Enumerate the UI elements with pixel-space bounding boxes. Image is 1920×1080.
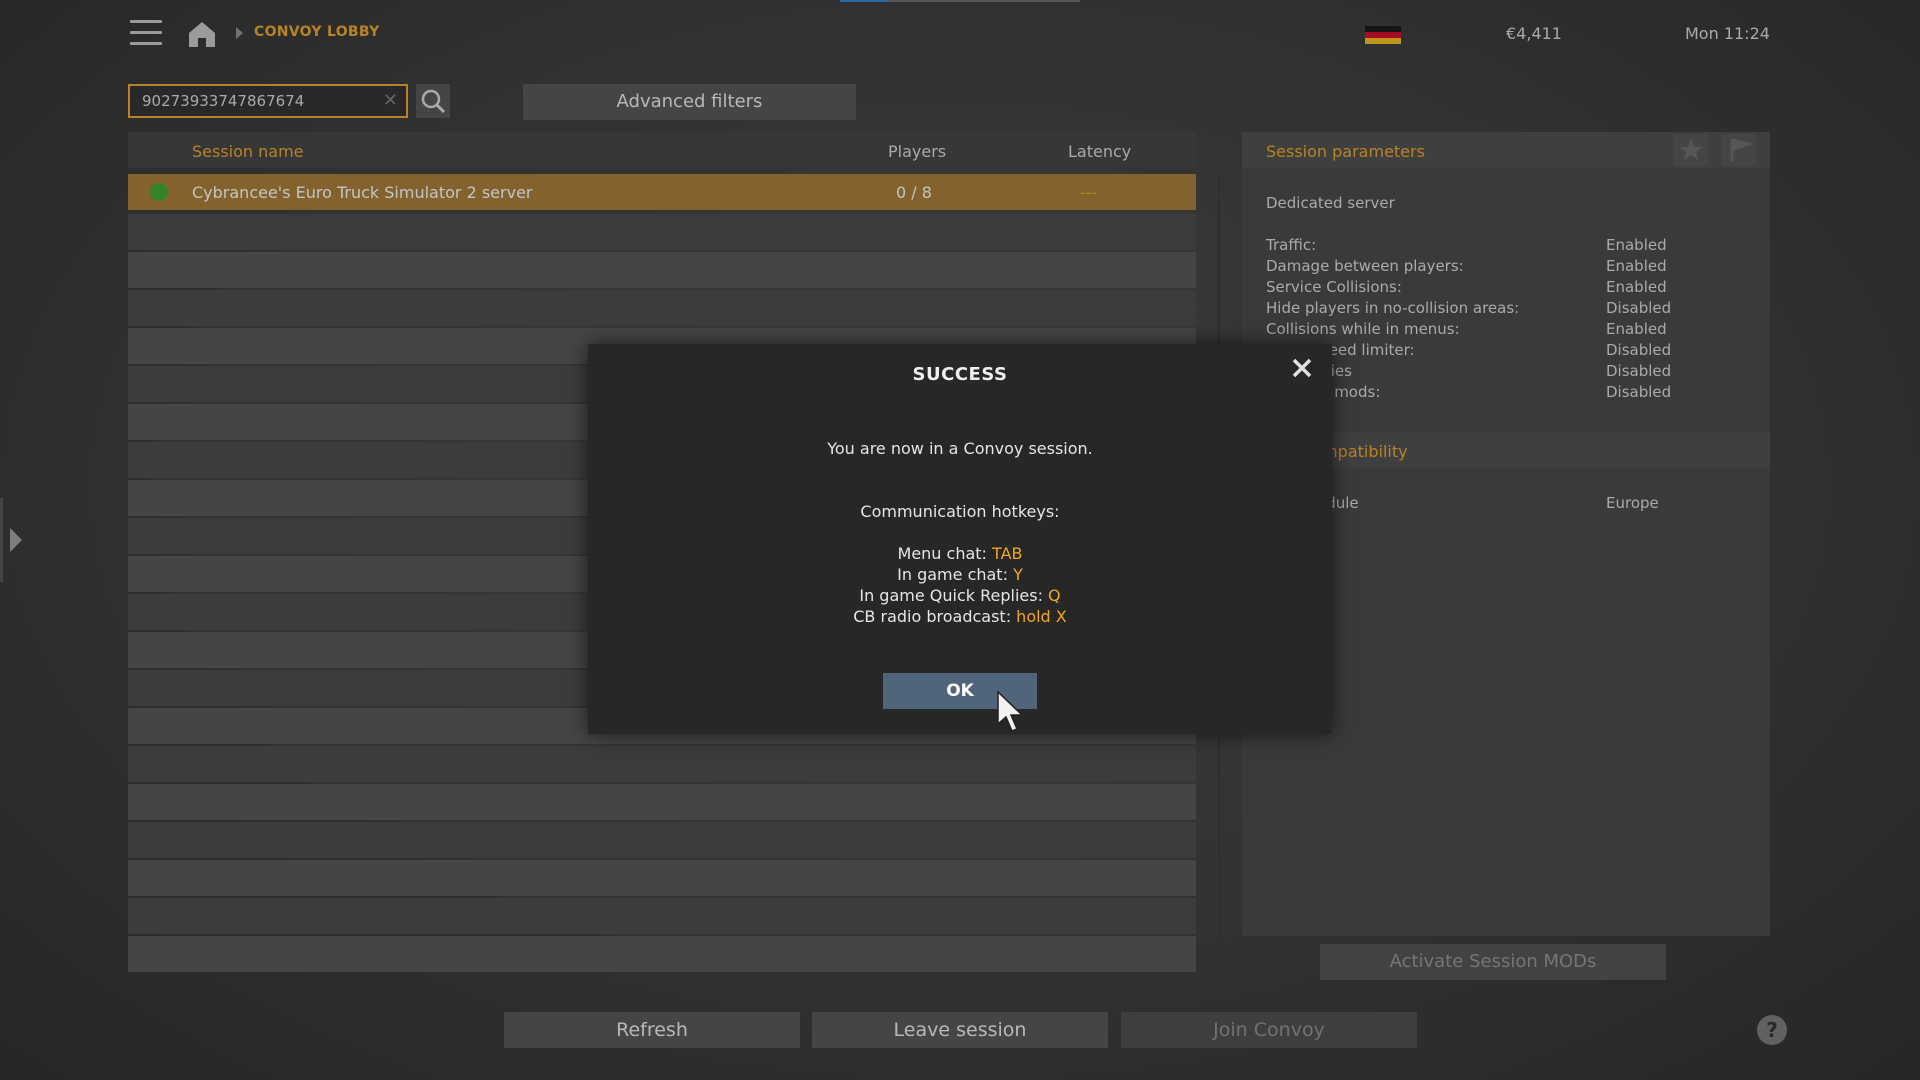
hotkey-key: Y — [1013, 565, 1023, 584]
dialog-title: SUCCESS — [912, 364, 1008, 385]
hotkey-key: hold X — [1016, 607, 1067, 626]
hotkey-line: CB radio broadcast: hold X — [588, 607, 1332, 626]
success-dialog: SUCCESS You are now in a Convoy session.… — [588, 344, 1332, 734]
hotkey-line: In game Quick Replies: Q — [588, 586, 1332, 605]
hotkey-line: In game chat: Y — [588, 565, 1332, 584]
hotkey-key: TAB — [992, 544, 1023, 563]
hotkey-key: Q — [1048, 586, 1061, 605]
hotkey-label: Menu chat: — [897, 544, 993, 563]
hotkey-line: Menu chat: TAB — [588, 544, 1332, 563]
close-icon[interactable] — [1288, 354, 1316, 382]
hotkey-label: CB radio broadcast: — [853, 607, 1017, 626]
hotkeys-title: Communication hotkeys: — [860, 502, 1060, 521]
hotkey-label: In game Quick Replies: — [859, 586, 1049, 605]
dialog-message: You are now in a Convoy session. — [827, 439, 1093, 458]
hotkey-label: In game chat: — [897, 565, 1014, 584]
mouse-cursor-icon — [997, 690, 1024, 732]
